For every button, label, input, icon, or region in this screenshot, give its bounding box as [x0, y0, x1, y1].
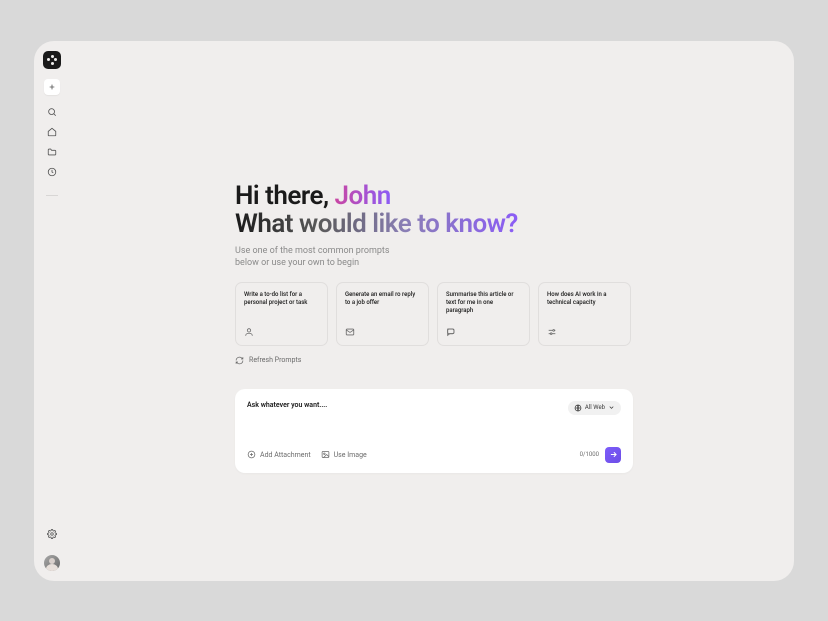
chat-icon — [446, 327, 456, 337]
nav-home[interactable] — [47, 127, 57, 137]
source-selector[interactable]: All Web — [568, 401, 621, 415]
greeting-question-rest: would like to know? — [299, 209, 518, 239]
nav-icons — [46, 107, 58, 196]
use-image-label: Use Image — [334, 451, 367, 459]
user-avatar[interactable] — [44, 555, 60, 571]
use-image-button[interactable]: Use Image — [321, 450, 367, 459]
chat-input-box: Ask whatever you want.... All Web Add At… — [235, 389, 633, 473]
add-attachment-button[interactable]: Add Attachment — [247, 450, 311, 459]
chat-input-top: Ask whatever you want.... All Web — [247, 401, 621, 415]
greeting-line-1: Hi there, John — [235, 181, 794, 211]
nav-search[interactable] — [47, 107, 57, 117]
chat-input-field[interactable]: Ask whatever you want.... — [247, 401, 327, 409]
chevron-down-icon — [608, 404, 615, 411]
plus-icon — [48, 83, 56, 91]
image-icon — [321, 450, 330, 459]
prompt-card-summarise[interactable]: Summarise this article or text for me in… — [437, 282, 530, 346]
prompt-card-ai[interactable]: How does AI work in a technical capacity — [538, 282, 631, 346]
folder-icon — [47, 147, 57, 157]
greeting-line-2: What would like to know? — [235, 209, 794, 239]
arrow-right-icon — [609, 450, 618, 459]
refresh-prompts-button[interactable]: Refresh Prompts — [235, 356, 794, 365]
home-icon — [47, 127, 57, 137]
nav-divider — [46, 195, 58, 196]
new-chat-button[interactable] — [44, 79, 60, 95]
subtitle-line-1: Use one of the most common prompts — [235, 245, 794, 258]
gear-icon — [47, 529, 57, 539]
prompt-card-text: Write a to-do list for a personal projec… — [244, 291, 319, 307]
refresh-label: Refresh Prompts — [249, 356, 301, 364]
prompt-cards: Write a to-do list for a personal projec… — [235, 282, 794, 346]
add-attachment-label: Add Attachment — [260, 451, 311, 459]
subtitle-line-2: below or use your own to begin — [235, 257, 794, 270]
globe-icon — [574, 404, 582, 412]
app-logo[interactable] — [43, 51, 61, 69]
source-label: All Web — [585, 404, 605, 411]
sidebar-bottom — [44, 529, 60, 571]
prompt-card-text: How does AI work in a technical capacity — [547, 291, 622, 307]
chat-input-bottom: Add Attachment Use Image 0/1000 — [247, 447, 621, 463]
greeting-name: John — [335, 181, 391, 211]
sliders-icon — [547, 327, 557, 337]
char-count: 0/1000 — [580, 451, 599, 458]
prompt-card-text: Generate an email ro reply to a job offe… — [345, 291, 420, 307]
greeting-question-word: What — [235, 209, 299, 239]
clock-icon — [47, 167, 57, 177]
send-area: 0/1000 — [580, 447, 621, 463]
subtitle: Use one of the most common prompts below… — [235, 245, 794, 270]
app-frame: Hi there, John What would like to know? … — [34, 41, 794, 581]
sidebar — [34, 41, 70, 581]
nav-history[interactable] — [47, 167, 57, 177]
send-button[interactable] — [605, 447, 621, 463]
main-content: Hi there, John What would like to know? … — [70, 41, 794, 581]
prompt-card-todo[interactable]: Write a to-do list for a personal projec… — [235, 282, 328, 346]
nav-settings[interactable] — [47, 529, 57, 539]
prompt-card-text: Summarise this article or text for me in… — [446, 291, 521, 315]
search-icon — [47, 107, 57, 117]
plus-circle-icon — [247, 450, 256, 459]
user-icon — [244, 327, 254, 337]
mail-icon — [345, 327, 355, 337]
refresh-icon — [235, 356, 244, 365]
attach-actions: Add Attachment Use Image — [247, 450, 367, 459]
nav-folder[interactable] — [47, 147, 57, 157]
greeting-prefix: Hi there, — [235, 181, 335, 211]
prompt-card-email[interactable]: Generate an email ro reply to a job offe… — [336, 282, 429, 346]
